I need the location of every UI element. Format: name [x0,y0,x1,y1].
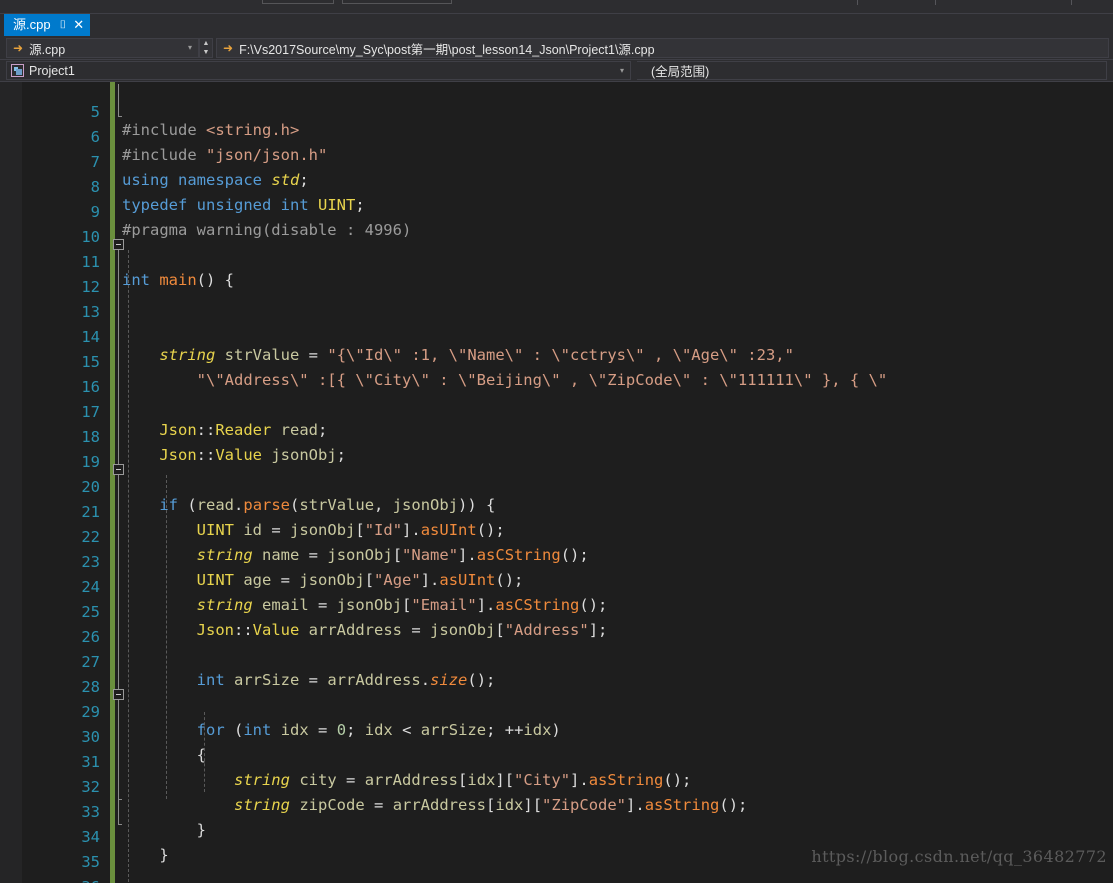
pin-icon[interactable]: ⌷ [60,14,67,36]
chevron-down-icon[interactable]: ▾ [620,62,624,80]
code-line: 13 [0,282,1113,321]
toolbar-tick-3 [1071,0,1072,5]
code-line: 16 [0,357,1113,396]
tab-source-cpp[interactable]: 源.cpp ⌷ ✕ [4,14,91,36]
code-line: 7 using namespace std; [0,132,1113,189]
toolbar-strip [0,0,1113,14]
code-line: 14 string strValue = "{\"Id\" :1, \"Name… [0,307,1113,364]
code-line: 34 } [0,807,1113,864]
code-line: 9 #pragma warning(disable : 4996) [0,182,1113,239]
indent-guide-level-2 [166,475,167,799]
file-path-text: F:\Vs2017Source\my_Syc\post第一期\post_less… [239,42,655,57]
code-editor[interactable]: 5 #include <string.h> 6 #include "json/j… [0,82,1113,883]
code-line: 10 [0,207,1113,246]
fold-toggle-for[interactable] [113,689,124,700]
file-selector-combo[interactable]: ➜ 源.cpp ▾ [6,38,199,58]
project-icon [11,64,24,77]
file-combo-label: 源.cpp [29,42,66,57]
outline-include-end [118,116,122,117]
toolbar-fragment-2[interactable] [342,0,452,4]
scope-selector[interactable]: (全局范围) [637,61,1107,80]
toolbar-tick-1 [857,0,858,5]
arrow-right-icon: ➜ [13,41,24,55]
toolbar-fragment-1[interactable] [262,0,334,4]
code-line: 19 [0,432,1113,471]
indent-guide-level-1 [128,250,129,882]
line-number: 36 [0,875,100,883]
outline-if-end [118,799,122,800]
spinner-down-icon[interactable]: ▼ [200,48,212,57]
path-bar: ➜ 源.cpp ▾ ▲ ▼ ➜ F:\Vs2017Source\my_Syc\p… [0,36,1113,60]
scope-label: (全局范围) [651,65,710,79]
outline-main-end [118,824,122,825]
arrow-right-icon: ➜ [223,41,234,55]
chevron-down-icon[interactable]: ▾ [188,39,192,57]
code-line: 8 typedef unsigned int UINT; [0,157,1113,214]
project-selector[interactable]: Project1 ▾ [6,61,631,80]
code-line: 18 Json::Value jsonObj; [0,407,1113,464]
close-icon[interactable]: ✕ [73,14,84,36]
outline-include-line [118,84,119,116]
code-line: 12 [0,257,1113,296]
document-tab-row: 源.cpp ⌷ ✕ [0,14,1113,36]
path-spinner[interactable]: ▲ ▼ [199,38,213,58]
tab-title: 源.cpp [13,17,51,32]
fold-toggle-main[interactable] [113,239,124,250]
project-label: Project1 [29,63,75,78]
watermark-text: https://blog.csdn.net/qq_36482772 [811,847,1107,866]
toolbar-tick-2 [935,0,936,5]
code-line: 6 #include "json/json.h" [0,107,1113,164]
navigation-bar: Project1 ▾ (全局范围) [0,60,1113,82]
code-area[interactable]: 5 #include <string.h> 6 #include "json/j… [0,82,1113,883]
file-path-field[interactable]: ➜ F:\Vs2017Source\my_Syc\post第一期\post_le… [216,38,1109,58]
code-line: 17 Json::Reader read; [0,382,1113,439]
code-line: 15 "\"Address\" :[{ \"City\" : \"Beijing… [0,332,1113,389]
fold-toggle-if[interactable] [113,464,124,475]
outline-main-line [118,250,119,824]
spinner-up-icon[interactable]: ▲ [200,39,212,48]
code-line: 11 int main() { [0,232,1113,289]
code-line: 5 #include <string.h> [0,82,1113,139]
indent-guide-level-3 [204,712,205,792]
